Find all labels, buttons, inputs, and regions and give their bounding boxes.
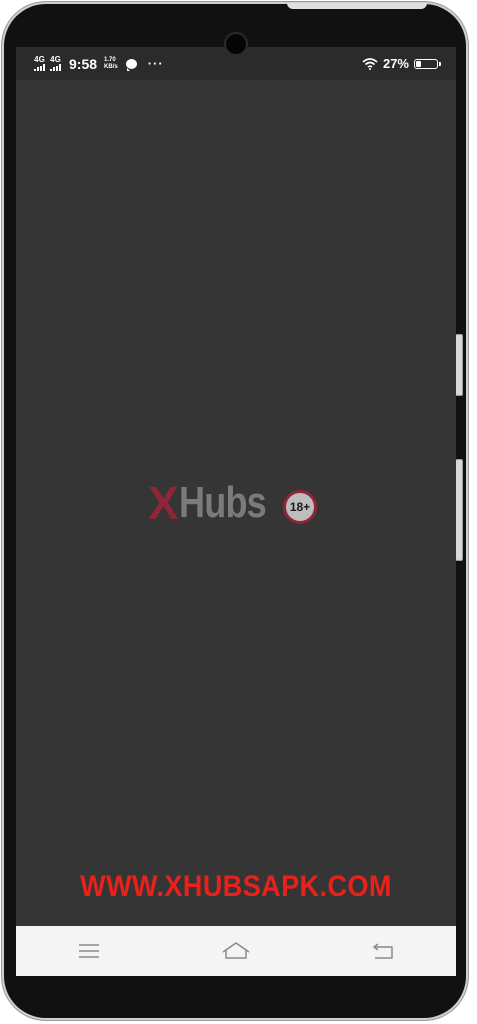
logo-x: X: [148, 477, 179, 529]
clock: 9:58: [69, 55, 98, 72]
more-notifications-icon: ···: [147, 56, 164, 71]
back-button[interactable]: [363, 931, 403, 971]
home-icon: [222, 942, 250, 959]
battery-percent: 27%: [382, 56, 409, 71]
front-camera: [226, 34, 246, 54]
network-type-1: 4G: [34, 55, 45, 64]
home-button[interactable]: [216, 931, 256, 971]
age-rating-badge: 18+: [283, 490, 317, 524]
recent-apps-button[interactable]: [69, 931, 109, 971]
network-type-2: 4G: [50, 55, 61, 64]
logo-text: Hubs: [178, 478, 267, 527]
speed-value: 1.70: [104, 56, 116, 63]
website-watermark: WWW.XHUBSAPK.COM: [80, 870, 392, 903]
wifi-icon: [362, 57, 378, 70]
top-speaker-slot: [287, 3, 427, 9]
signal-bars-icon: [34, 64, 45, 71]
status-bar-left: 4G 4G 9:58 1.70 KB/s ···: [34, 56, 164, 72]
signal-1: 4G: [34, 56, 45, 71]
back-icon: [372, 943, 393, 959]
signal-bars-icon: [50, 64, 61, 71]
battery-level-fill: [416, 60, 422, 67]
signal-2: 4G: [50, 56, 61, 71]
message-notification-icon: [125, 58, 137, 71]
phone-chin: [16, 976, 456, 1000]
volume-button: [455, 334, 463, 396]
app-logo: X Hubs: [148, 480, 285, 526]
device-mockup: 4G 4G 9:58 1.70 KB/s ··· 27% X Hubs 18+ …: [0, 0, 477, 1024]
status-bar-right: 27%: [362, 56, 441, 71]
speed-unit: KB/s: [104, 63, 118, 70]
power-button: [455, 459, 463, 561]
battery-icon: [414, 58, 441, 69]
network-speed: 1.70 KB/s: [104, 57, 118, 70]
navigation-bar: [16, 926, 456, 976]
menu-icon: [79, 944, 100, 958]
